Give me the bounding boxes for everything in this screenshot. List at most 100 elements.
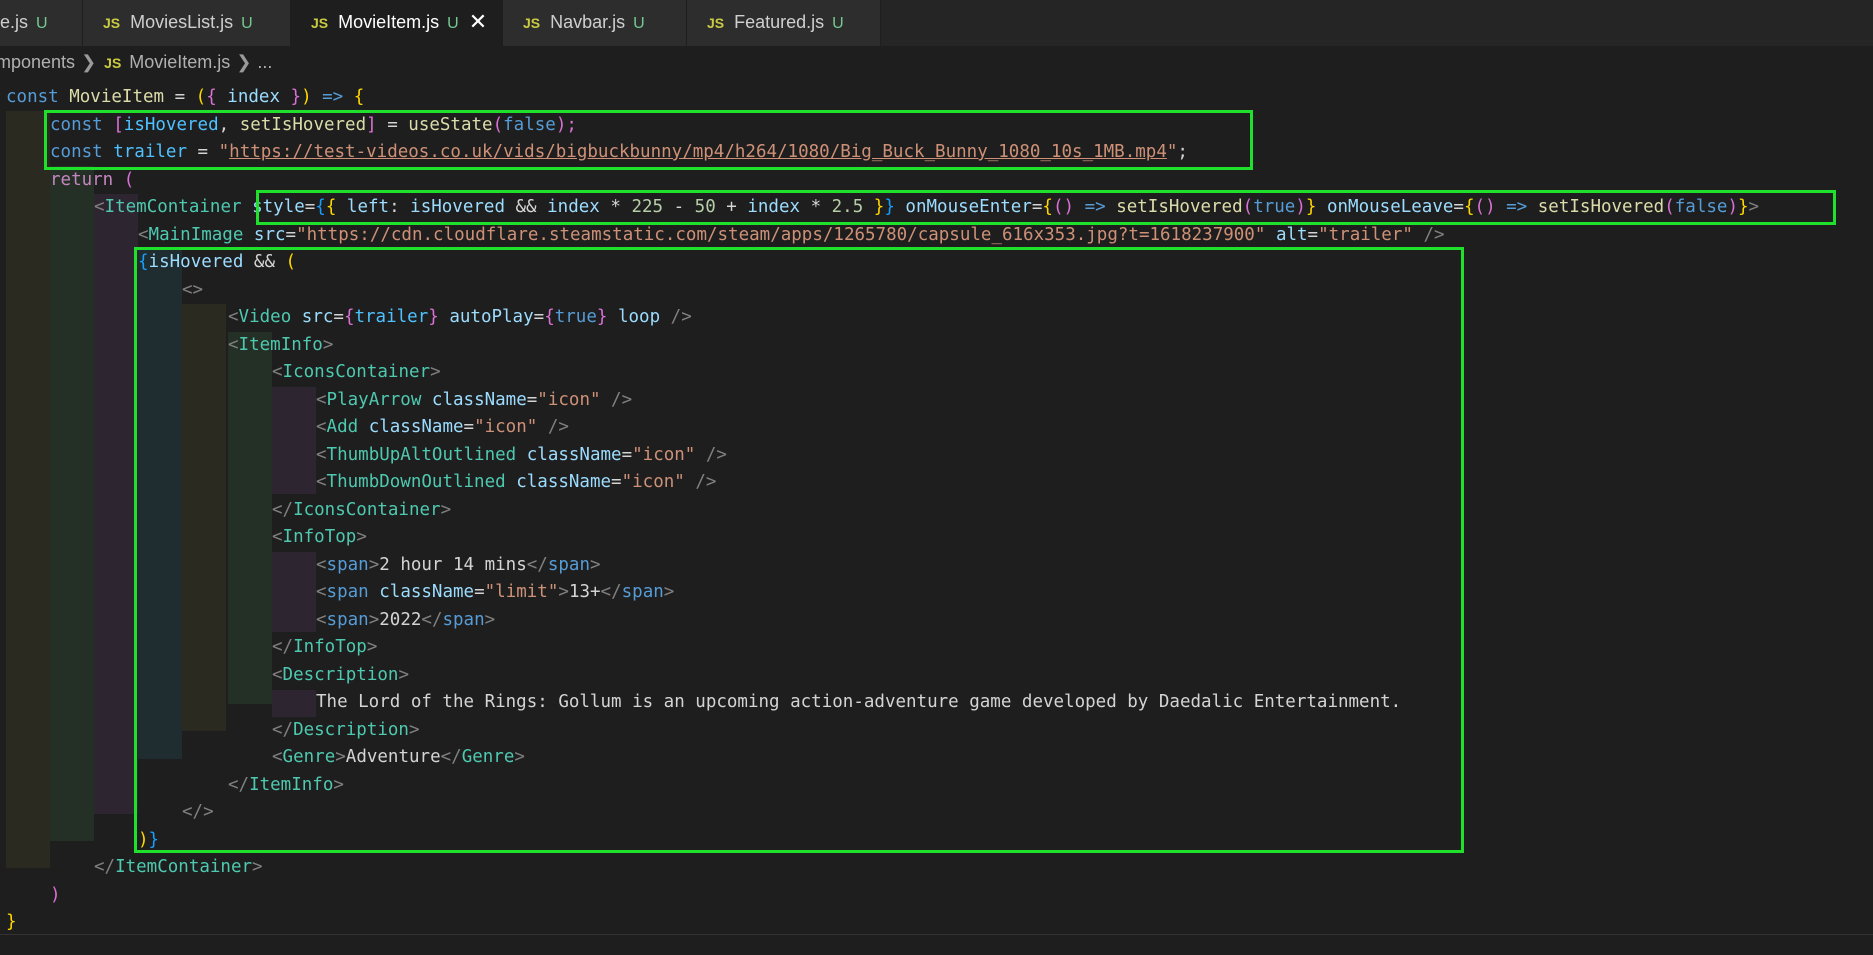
- code-token: >: [514, 747, 525, 767]
- code-token: The Lord of the Rings: Gollum is an upco…: [316, 692, 1402, 712]
- code-token: style: [252, 197, 305, 217]
- code-token: }: [6, 912, 17, 932]
- breadcrumb-file[interactable]: MovieItem.js: [129, 52, 230, 72]
- code-token: =: [333, 307, 344, 327]
- code-line: return (: [50, 167, 134, 195]
- code-token: IconsContainer: [282, 362, 431, 382]
- code-token: trailer: [113, 142, 187, 162]
- code-token: className: [368, 417, 464, 437]
- code-token: className: [516, 472, 612, 492]
- code-token: "icon": [621, 472, 685, 492]
- code-token: {: [325, 197, 347, 217]
- code-token: >: [368, 609, 380, 630]
- tab-bar: e.js U JS MoviesList.js U JS MovieItem.js U ✕ …: [0, 0, 1873, 46]
- indent-guide: [94, 194, 138, 814]
- code-token: <: [94, 197, 105, 217]
- code-token: =: [621, 444, 633, 465]
- code-token: alt: [1275, 224, 1308, 245]
- code-token: 2022: [379, 609, 422, 630]
- code-line: }: [6, 909, 17, 937]
- code-token: 2 hour 14 mins: [379, 554, 527, 575]
- breadcrumb-more[interactable]: ...: [257, 52, 272, 72]
- code-token: />: [660, 307, 692, 327]
- code-token: &&: [504, 197, 548, 217]
- code-token: <: [228, 334, 239, 355]
- code-token: isHovered: [410, 197, 505, 217]
- code-token: ": [1166, 142, 1178, 162]
- code-token: (: [1052, 197, 1064, 217]
- code-token: }: [148, 829, 160, 850]
- tab-movieitem[interactable]: JS MovieItem.js U ✕: [291, 0, 503, 46]
- code-token: >: [1748, 197, 1760, 217]
- code-token: >: [408, 719, 420, 740]
- code-token: =: [376, 114, 409, 135]
- code-token: Video: [238, 307, 292, 327]
- code-line: </IconsContainer>: [272, 497, 451, 525]
- untracked-badge: U: [36, 15, 48, 32]
- code-token: MainImage: [148, 224, 244, 245]
- code-token: ): [1727, 197, 1738, 217]
- code-token: InfoTop: [282, 527, 357, 547]
- code-token: />: [695, 444, 727, 465]
- tab-label: Navbar.js: [550, 12, 626, 32]
- code-token: <: [316, 554, 327, 575]
- code-token: (: [123, 169, 135, 190]
- code-token: PlayArrow: [326, 389, 422, 410]
- code-token: }: [428, 307, 439, 327]
- code-token: >: [430, 362, 441, 382]
- code-token: ): [1063, 197, 1075, 217]
- code-token: =: [1307, 224, 1319, 245]
- code-token: "icon": [537, 389, 601, 410]
- code-token: }: [1737, 197, 1749, 217]
- code-line: <ItemContainer style={{ left: isHovered …: [94, 194, 1759, 222]
- code-editor[interactable]: const MovieItem = ({ index }) => { const…: [0, 84, 1873, 934]
- code-line: <Add className="icon" />: [316, 414, 569, 442]
- code-token: ThumbDownOutlined: [326, 472, 506, 492]
- breadcrumb-folder[interactable]: mponents: [0, 52, 75, 72]
- js-file-icon: JS: [707, 15, 725, 31]
- code-token: {: [206, 87, 228, 107]
- code-token: index: [227, 87, 280, 107]
- code-token: ): [1485, 197, 1496, 217]
- code-token: <: [272, 527, 283, 547]
- code-token: ThumbUpAltOutlined: [326, 444, 517, 465]
- code-token: </: [421, 609, 443, 630]
- close-icon[interactable]: ✕: [469, 9, 487, 34]
- tab-navbar[interactable]: JS Navbar.js U: [503, 0, 687, 46]
- code-line: </Description>: [272, 717, 420, 745]
- code-token: =: [463, 417, 475, 437]
- code-token: index: [547, 197, 600, 217]
- url-link[interactable]: https://test-videos.co.uk/vids/bigbuckbu…: [229, 142, 1167, 162]
- tab-e-js[interactable]: e.js U: [0, 0, 83, 46]
- code-token: =>: [1495, 197, 1538, 217]
- code-token: <: [272, 747, 283, 767]
- status-strip: [0, 934, 1873, 955]
- code-token: </: [228, 774, 250, 795]
- code-token: <>: [182, 279, 204, 300]
- indent-guide: [272, 387, 316, 494]
- code-token: </: [94, 857, 116, 877]
- code-token: Genre: [282, 747, 336, 767]
- code-token: {: [343, 307, 355, 327]
- code-token: =: [164, 87, 196, 107]
- tab-movieslist[interactable]: JS MoviesList.js U: [83, 0, 291, 46]
- tab-featured[interactable]: JS Featured.js U: [687, 0, 881, 46]
- code-token: >: [335, 747, 346, 767]
- code-token: (: [1664, 197, 1675, 217]
- code-token: <: [316, 389, 327, 410]
- indent-guide: [6, 111, 50, 868]
- code-token: <: [272, 664, 283, 685]
- code-token: IconsContainer: [293, 499, 441, 520]
- code-token: onMouseEnter: [905, 197, 1032, 217]
- code-token: span: [326, 554, 369, 575]
- code-token: src: [253, 224, 286, 245]
- code-token: =: [285, 224, 297, 245]
- code-token: className: [526, 444, 622, 465]
- code-token: *: [800, 197, 832, 217]
- code-token: "icon": [474, 417, 538, 437]
- code-line: </ItemInfo>: [228, 772, 344, 800]
- code-token: </: [272, 719, 294, 740]
- code-token: ,: [218, 114, 240, 135]
- code-line: <PlayArrow className="icon" />: [316, 387, 632, 415]
